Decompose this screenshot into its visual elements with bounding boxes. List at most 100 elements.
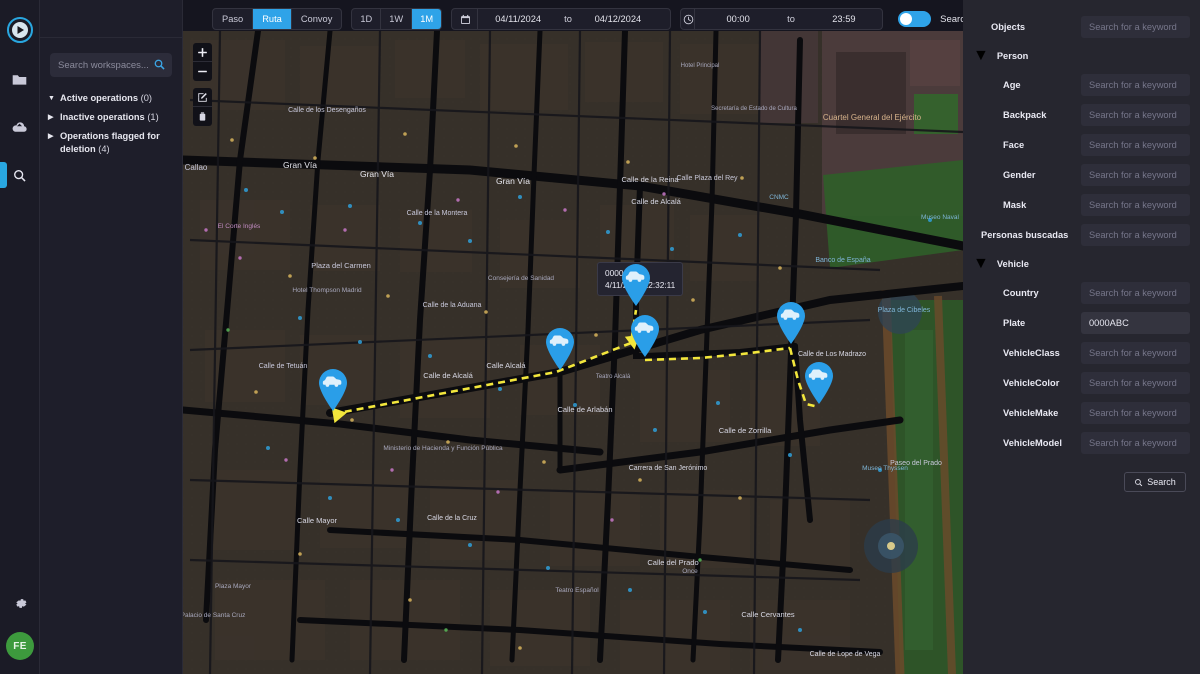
face-field-input[interactable] [1089, 140, 1182, 150]
mode-ruta-button[interactable]: Ruta [253, 9, 292, 29]
route-marker-3[interactable] [618, 261, 654, 307]
plate-field-input-wrap[interactable] [1081, 312, 1190, 334]
chevron-right-icon[interactable]: ▶ [48, 130, 56, 156]
vehiclecolor-field-input-wrap[interactable] [1081, 372, 1190, 394]
country-field-input[interactable] [1089, 288, 1182, 298]
sidebar-item-upload[interactable] [0, 114, 40, 140]
map-label: Plaza Mayor [215, 583, 252, 590]
chevron-down-icon[interactable]: ▼ [973, 255, 989, 273]
vehiclecolor-field-input[interactable] [1089, 378, 1182, 388]
time-from-input[interactable] [695, 14, 781, 24]
backpack-field-input-wrap[interactable] [1081, 104, 1190, 126]
vehiclemake-field-input[interactable] [1089, 408, 1182, 418]
filter-label: Backpack [973, 110, 1081, 120]
map-label: Gran Vía [283, 160, 317, 170]
mask-field-input-wrap[interactable] [1081, 194, 1190, 216]
filter-label: Face [973, 140, 1081, 150]
chevron-down-icon[interactable]: ▼ [48, 92, 56, 105]
plate-field-input[interactable] [1089, 318, 1182, 328]
map-label: Consejería de Sanidad [488, 275, 555, 282]
zoom-in-button[interactable] [193, 43, 212, 62]
mode-paso-button[interactable]: Paso [213, 9, 253, 29]
route-marker-1[interactable] [315, 366, 351, 412]
clock-icon[interactable] [683, 9, 695, 29]
tree-item-active-operations[interactable]: ▼ Active operations (0) [46, 89, 176, 108]
draw-polygon-icon[interactable] [193, 88, 212, 107]
zoom-out-button[interactable] [193, 62, 212, 81]
trash-icon[interactable] [193, 107, 212, 126]
map-label: Calle Cervantes [741, 610, 795, 619]
vehiclemake-field-input-wrap[interactable] [1081, 402, 1190, 424]
sidebar-item-workspaces[interactable] [0, 66, 40, 92]
mask-field-input[interactable] [1089, 200, 1182, 210]
tree-count: (0) [141, 93, 152, 103]
filter-label: Plate [973, 318, 1081, 328]
route-marker-2[interactable] [542, 325, 578, 371]
filter-label: Age [973, 80, 1081, 90]
tree-label-text: Inactive operations [60, 112, 145, 122]
personas-buscadas-field-input-wrap[interactable] [1081, 224, 1190, 246]
search-icon[interactable] [153, 58, 166, 76]
search-between-dates-toggle[interactable] [898, 11, 931, 27]
map-label: Calle de Tetuán [259, 363, 308, 370]
mode-convoy-button[interactable]: Convoy [292, 9, 342, 29]
map-label: Calle de Alcalá [423, 371, 473, 380]
map-pin-icon [618, 261, 654, 307]
country-field-input-wrap[interactable] [1081, 282, 1190, 304]
route-marker-6[interactable] [801, 359, 837, 405]
date-from-input[interactable] [478, 14, 558, 24]
timespan-1w-button[interactable]: 1W [381, 9, 412, 29]
sidebar-item-search[interactable] [0, 162, 40, 188]
chevron-down-icon[interactable]: ▼ [973, 47, 989, 65]
time-to-input[interactable] [801, 14, 887, 24]
toggle-knob [900, 13, 912, 25]
map-label: Palacio de Santa Cruz [183, 612, 245, 619]
map-label: Calle Alcalá [486, 361, 526, 370]
date-range-picker[interactable]: to [451, 8, 671, 30]
app-root: FE ▼ Active operations (0) ▶ Inactive op… [0, 0, 1200, 674]
objects-field-input[interactable] [1089, 22, 1182, 32]
filter-label: Country [973, 288, 1081, 298]
person-group[interactable]: ▼Person [973, 42, 1190, 70]
workspace-search[interactable] [50, 53, 172, 77]
gender-field-input-wrap[interactable] [1081, 164, 1190, 186]
filter-label: Personas buscadas [973, 230, 1081, 240]
map-label: Calle de la Reina [621, 175, 679, 184]
backpack-field: Backpack [973, 100, 1190, 130]
vehicleclass-field-input[interactable] [1089, 348, 1182, 358]
vehiclemodel-field-input[interactable] [1089, 438, 1182, 448]
backpack-field-input[interactable] [1089, 110, 1182, 120]
route-marker-5[interactable] [773, 299, 809, 345]
map-label: Calle Mayor [297, 516, 338, 525]
age-field-input-wrap[interactable] [1081, 74, 1190, 96]
chevron-right-icon[interactable]: ▶ [48, 111, 56, 124]
gear-icon[interactable] [0, 590, 40, 616]
date-to-input[interactable] [578, 14, 658, 24]
vehicle-group[interactable]: ▼Vehicle [973, 250, 1190, 278]
vehicleclass-field-input-wrap[interactable] [1081, 342, 1190, 364]
map-label: Plaza del Carmen [311, 261, 371, 270]
time-range-picker[interactable]: to [680, 8, 883, 30]
avatar[interactable]: FE [6, 632, 34, 660]
route-marker-4[interactable] [627, 312, 663, 358]
search-button[interactable]: Search [1124, 472, 1186, 492]
objects-field-input-wrap[interactable] [1081, 16, 1190, 38]
personas-buscadas-field-input[interactable] [1089, 230, 1182, 240]
map-canvas[interactable]: CallaoGran VíaGran VíaGran VíaCalle de l… [183, 31, 963, 674]
filter-label: Mask [973, 200, 1081, 210]
vehiclemodel-field-input-wrap[interactable] [1081, 432, 1190, 454]
timespan-1m-button[interactable]: 1M [412, 9, 441, 29]
timespan-1d-button[interactable]: 1D [352, 9, 381, 29]
map-controls [193, 43, 212, 126]
gender-field-input[interactable] [1089, 170, 1182, 180]
tree-item-flagged-for-deletion[interactable]: ▶ Operations flagged for deletion (4) [46, 127, 176, 159]
tree-item-inactive-operations[interactable]: ▶ Inactive operations (1) [46, 108, 176, 127]
operations-tree: ▼ Active operations (0) ▶ Inactive opera… [46, 89, 176, 159]
age-field-input[interactable] [1089, 80, 1182, 90]
map-label: Museo Naval [921, 214, 959, 221]
play-circle-icon[interactable] [6, 16, 34, 44]
map-label: Carrera de San Jerónimo [629, 465, 708, 472]
calendar-icon[interactable] [454, 9, 478, 29]
face-field-input-wrap[interactable] [1081, 134, 1190, 156]
objects-field: Objects [973, 12, 1190, 42]
